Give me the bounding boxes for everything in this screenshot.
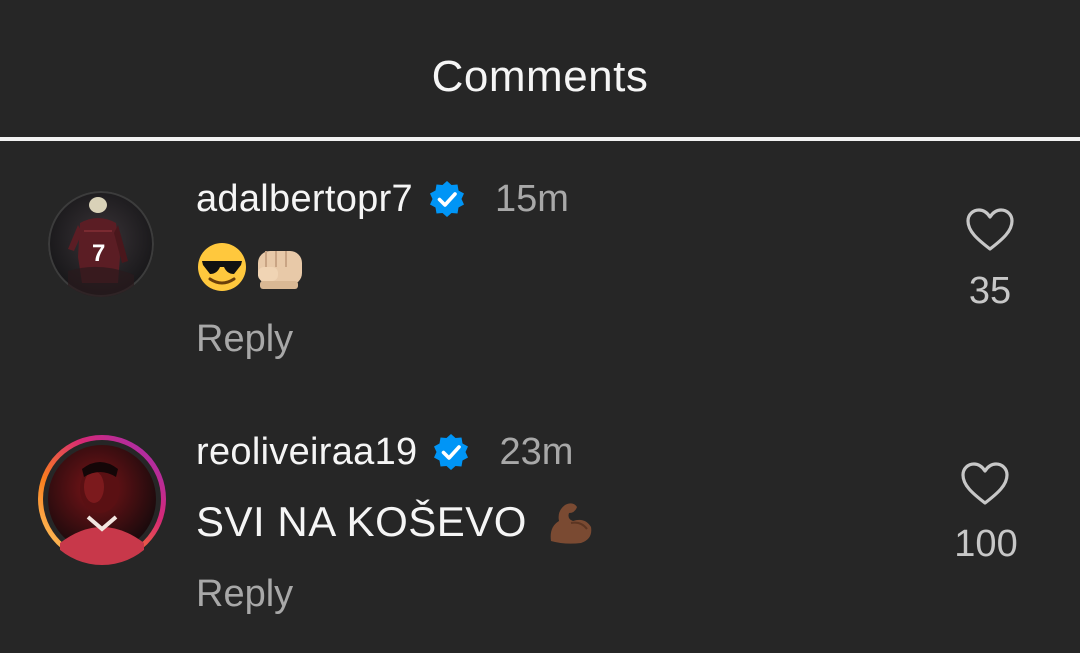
comment-text-content: SVI NA KOŠEVO (196, 498, 527, 545)
sunglasses-emoji (198, 243, 246, 291)
like-count: 35 (968, 270, 1012, 312)
username[interactable]: adalbertopr7 (196, 178, 413, 221)
avatar[interactable]: 7 (48, 191, 154, 297)
page-title: Comments (431, 52, 649, 101)
reply-button[interactable]: Reply (196, 318, 293, 361)
fist-bump-emoji (258, 251, 302, 289)
verified-badge-icon (434, 434, 469, 470)
flexed-biceps-emoji (550, 503, 592, 544)
reply-button[interactable]: Reply (196, 573, 293, 616)
comment-header: reoliveiraa19 23m (196, 427, 573, 477)
verified-badge-icon (429, 181, 464, 217)
comment-header: adalbertopr7 15m (196, 174, 569, 224)
timestamp: 15m (494, 177, 569, 220)
comment-item: reoliveiraa19 23m SVI NA KOŠEVO Reply 10… (0, 395, 1080, 645)
avatar[interactable] (36, 433, 168, 565)
comment-item: 7 adalbertopr7 15m Reply 35 (0, 141, 1080, 391)
heart-outline-icon[interactable] (960, 461, 1010, 507)
timestamp: 23m (499, 430, 574, 473)
like-count: 100 (954, 523, 1018, 565)
comments-header: Comments (0, 0, 1080, 138)
username[interactable]: reoliveiraa19 (196, 431, 417, 474)
comment-text (196, 237, 308, 297)
comment-text: SVI NA KOŠEVO (196, 491, 595, 553)
heart-outline-icon[interactable] (965, 207, 1015, 253)
svg-text:7: 7 (92, 240, 105, 267)
